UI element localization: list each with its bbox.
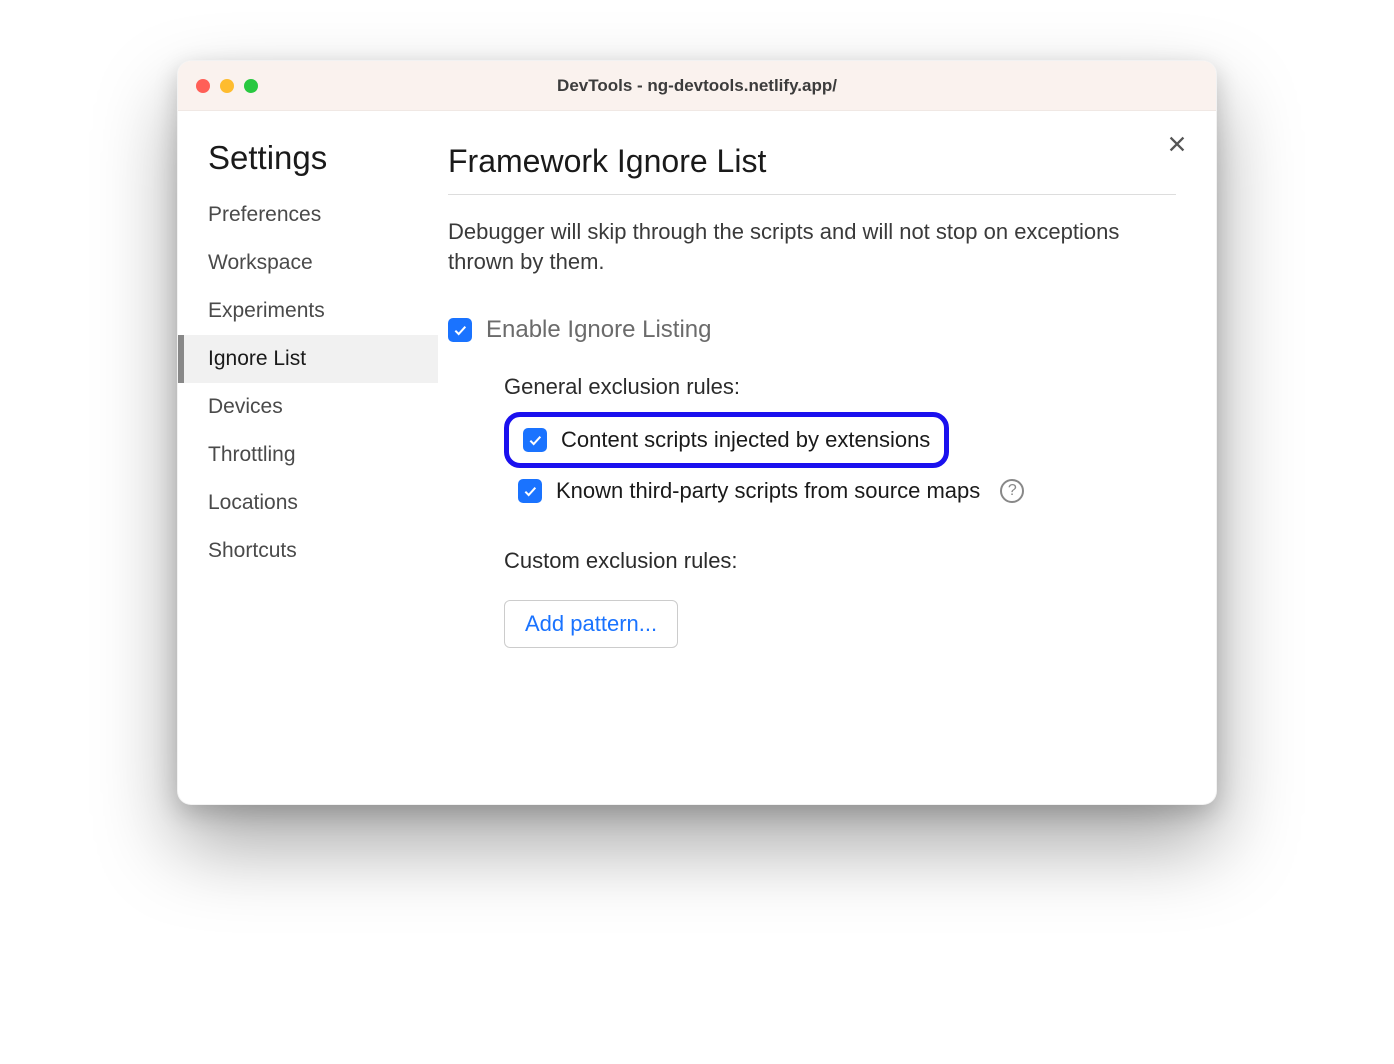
general-exclusion-heading: General exclusion rules:: [504, 374, 1176, 400]
settings-sidebar: Settings Preferences Workspace Experimen…: [178, 111, 438, 804]
window-titlebar: DevTools - ng-devtools.netlify.app/: [178, 61, 1216, 111]
settings-window: DevTools - ng-devtools.netlify.app/ Sett…: [177, 60, 1217, 805]
page-title: Framework Ignore List: [448, 143, 1176, 195]
sidebar-item-preferences[interactable]: Preferences: [178, 191, 438, 239]
sidebar-item-workspace[interactable]: Workspace: [178, 239, 438, 287]
check-icon: [522, 483, 538, 499]
close-icon: [1166, 133, 1188, 155]
page-description: Debugger will skip through the scripts a…: [448, 217, 1138, 276]
rule-content-scripts: Content scripts injected by extensions: [504, 412, 949, 468]
rule-content-scripts-checkbox[interactable]: [523, 428, 547, 452]
sidebar-item-locations[interactable]: Locations: [178, 479, 438, 527]
sidebar-item-devices[interactable]: Devices: [178, 383, 438, 431]
window-zoom-button[interactable]: [244, 79, 258, 93]
enable-ignore-listing-label: Enable Ignore Listing: [486, 316, 712, 344]
sidebar-item-shortcuts[interactable]: Shortcuts: [178, 527, 438, 575]
sidebar-item-ignore-list[interactable]: Ignore List: [178, 335, 438, 383]
window-title: DevTools - ng-devtools.netlify.app/: [178, 76, 1216, 96]
rule-third-party-scripts-label: Known third-party scripts from source ma…: [556, 478, 980, 504]
general-exclusion-section: General exclusion rules: Content scripts…: [504, 374, 1176, 514]
close-settings-button[interactable]: [1166, 133, 1188, 160]
custom-exclusion-section: Custom exclusion rules: Add pattern...: [504, 548, 1176, 648]
add-pattern-button[interactable]: Add pattern...: [504, 600, 678, 648]
custom-exclusion-heading: Custom exclusion rules:: [504, 548, 1176, 574]
check-icon: [452, 322, 468, 338]
check-icon: [527, 432, 543, 448]
rule-third-party-scripts-checkbox[interactable]: [518, 479, 542, 503]
window-minimize-button[interactable]: [220, 79, 234, 93]
settings-heading: Settings: [178, 139, 438, 191]
traffic-lights: [196, 79, 258, 93]
help-icon[interactable]: ?: [1000, 479, 1024, 503]
rule-third-party-scripts: Known third-party scripts from source ma…: [504, 468, 1038, 514]
enable-ignore-listing-row: Enable Ignore Listing: [448, 316, 1176, 344]
settings-main-panel: Framework Ignore List Debugger will skip…: [438, 111, 1216, 804]
rule-content-scripts-label: Content scripts injected by extensions: [561, 427, 930, 453]
sidebar-item-experiments[interactable]: Experiments: [178, 287, 438, 335]
sidebar-item-throttling[interactable]: Throttling: [178, 431, 438, 479]
enable-ignore-listing-checkbox[interactable]: [448, 318, 472, 342]
window-close-button[interactable]: [196, 79, 210, 93]
